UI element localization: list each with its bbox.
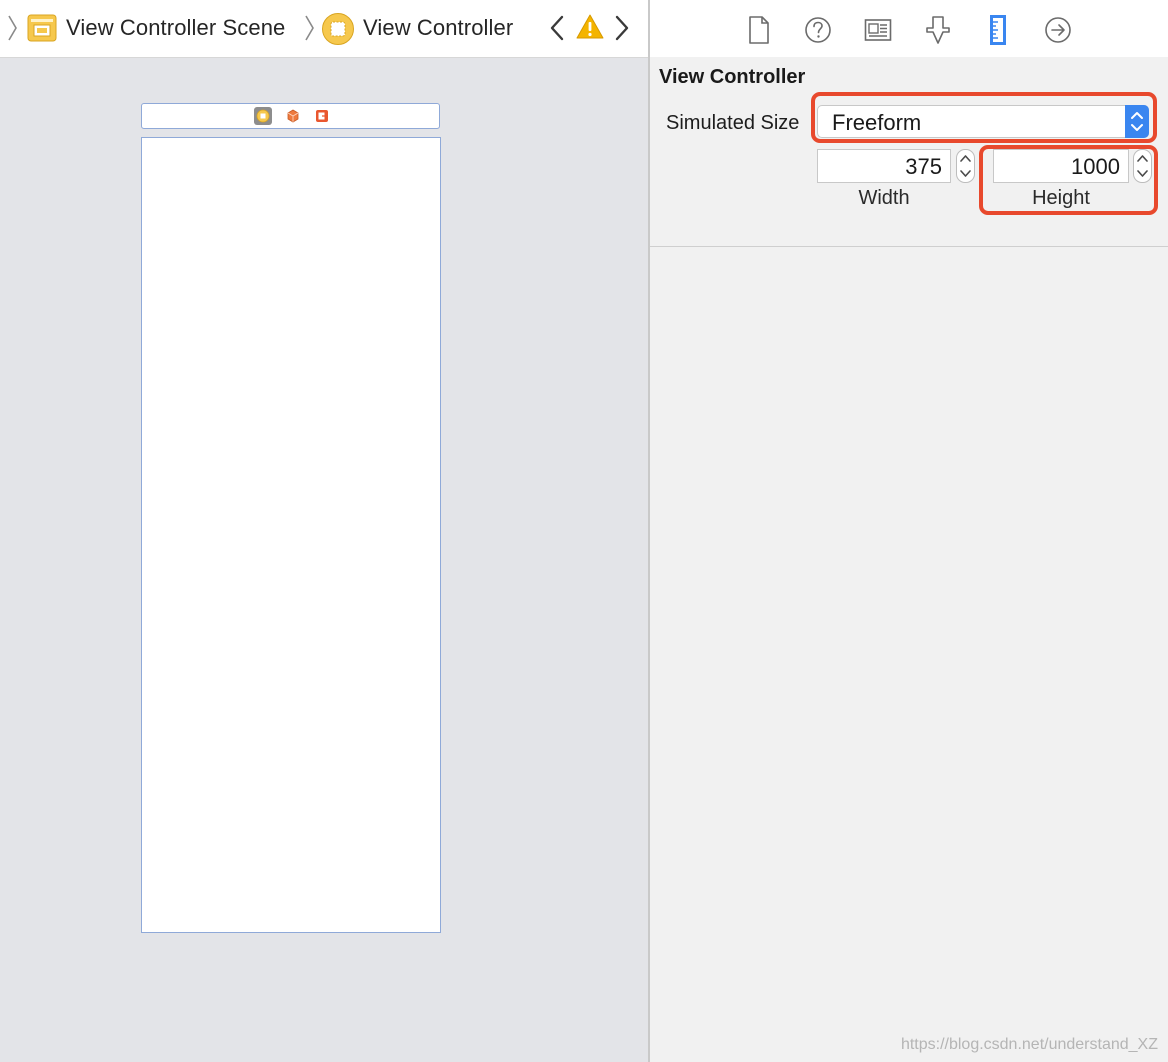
breadcrumb-scene[interactable]: View Controller Scene <box>66 15 285 41</box>
chevron-right-icon <box>6 12 18 49</box>
warning-icon[interactable] <box>576 13 604 46</box>
quick-help-icon[interactable] <box>804 14 832 46</box>
first-responder-icon[interactable] <box>285 108 301 124</box>
exit-icon[interactable] <box>314 108 330 124</box>
width-label: Width <box>858 187 910 209</box>
width-field[interactable]: 375 <box>817 149 951 183</box>
inspector-tab-bar <box>650 0 1168 57</box>
jump-bar: View Controller Scene View Controller <box>0 0 648 58</box>
view-controller-section: View Controller Simulated Size Freeform … <box>650 57 1168 247</box>
size-inspector-icon[interactable] <box>984 14 1012 46</box>
view-controller-icon[interactable] <box>321 12 355 51</box>
chevron-right-icon[interactable] <box>613 12 631 49</box>
simulated-size-label: Simulated Size <box>666 112 800 134</box>
section-title: View Controller <box>659 66 806 88</box>
watermark: https://blog.csdn.net/understand_XZ <box>900 1036 1158 1053</box>
connections-inspector-icon[interactable] <box>1044 14 1072 46</box>
scene-view-canvas[interactable] <box>141 137 441 933</box>
simulated-size-popup[interactable]: Freeform <box>817 105 1149 138</box>
storyboard-canvas[interactable]: View Controller Scene View Controller <box>0 0 648 1062</box>
height-stepper[interactable] <box>1133 149 1152 183</box>
scene-dock[interactable] <box>141 103 440 129</box>
chevron-left-icon[interactable] <box>548 12 566 49</box>
chevron-right-icon <box>303 12 315 49</box>
height-field[interactable]: 1000 <box>993 149 1129 183</box>
breadcrumb-view-controller[interactable]: View Controller <box>363 15 513 41</box>
width-stepper[interactable] <box>956 149 975 183</box>
attributes-inspector-icon[interactable] <box>924 14 952 46</box>
file-inspector-icon[interactable] <box>745 14 773 46</box>
popup-arrows-icon <box>1125 105 1149 138</box>
height-label: Height <box>1032 187 1090 209</box>
simulated-size-value: Freeform <box>832 110 922 135</box>
view-controller-icon[interactable] <box>254 107 272 125</box>
identity-inspector-icon[interactable] <box>864 14 892 46</box>
inspector-panel: View Controller Simulated Size Freeform … <box>650 0 1168 1062</box>
storyboard-scene-icon[interactable] <box>27 14 57 47</box>
